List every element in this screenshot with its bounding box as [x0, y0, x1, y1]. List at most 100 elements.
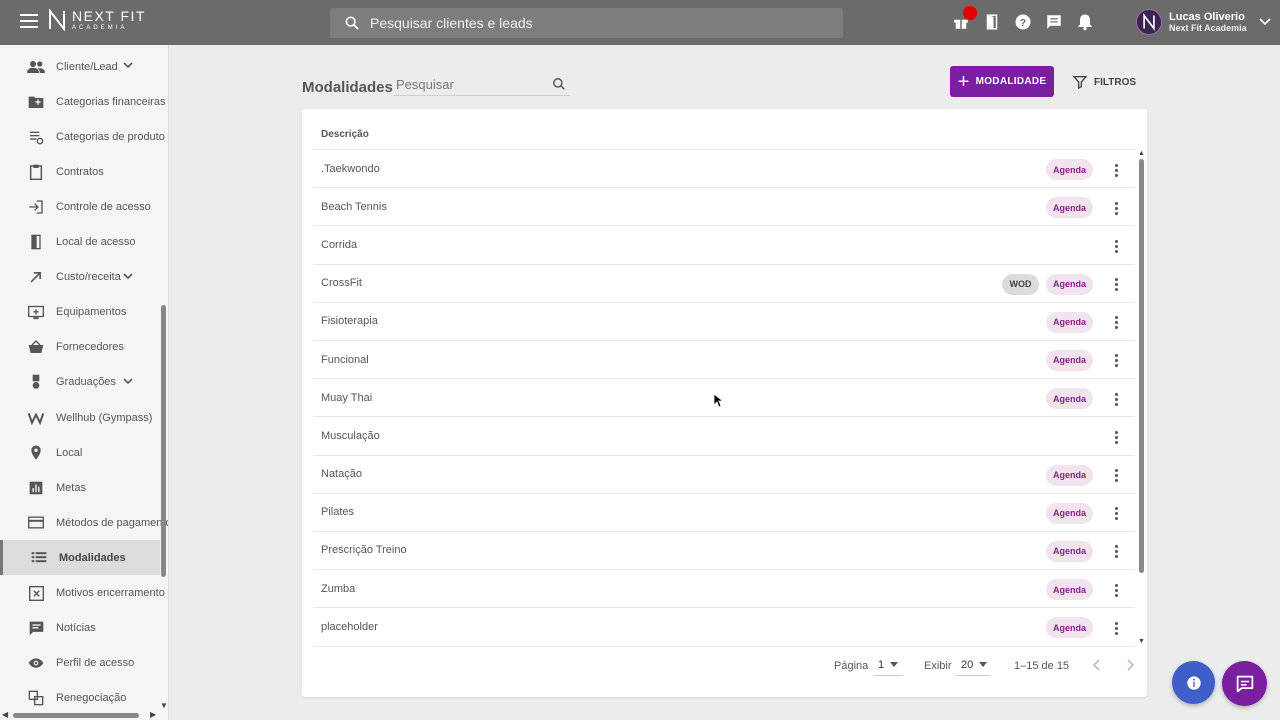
sidebar-item-perfil-de-acesso[interactable]: Perfil de acesso [0, 646, 160, 681]
sidebar-item-custo-receita[interactable]: Custo/receita [0, 260, 160, 295]
sidebar-item-fornecedores[interactable]: Fornecedores [0, 330, 160, 365]
table-row[interactable]: Funcional Agenda [313, 339, 1135, 378]
global-search-input[interactable]: Pesquisar clientes e leads [330, 8, 843, 38]
agenda-chip[interactable]: Agenda [1046, 388, 1093, 410]
arrow-diagonal-icon [27, 268, 45, 286]
card-icon [27, 514, 45, 532]
sidebar-item-modalidades[interactable]: Modalidades [0, 540, 160, 576]
bell-icon[interactable] [1074, 11, 1096, 33]
sidebar-item-graduacoes[interactable]: Graduações [0, 365, 160, 400]
table-row[interactable]: Musculação [313, 416, 1135, 454]
modalidades-search-input[interactable] [394, 74, 544, 95]
agenda-chip[interactable]: Agenda [1046, 273, 1093, 295]
chat-icon[interactable] [1043, 11, 1065, 33]
page-select[interactable]: 1 [874, 654, 903, 676]
plus-icon: + [957, 70, 970, 93]
table-row[interactable]: Zumba Agenda [313, 569, 1135, 607]
more-options-icon[interactable] [1110, 544, 1122, 560]
more-options-icon[interactable] [1110, 315, 1122, 331]
modalidade-name: Corrida [321, 238, 358, 251]
agenda-chip[interactable]: Agenda [1046, 311, 1093, 333]
more-options-icon[interactable] [1110, 162, 1122, 178]
wod-chip[interactable]: WOD [1002, 273, 1039, 295]
chevron-down-icon[interactable] [123, 62, 133, 69]
more-options-icon[interactable] [1110, 506, 1122, 522]
more-options-icon[interactable] [1110, 582, 1122, 598]
more-options-icon[interactable] [1110, 200, 1122, 216]
agenda-chip[interactable]: Agenda [1046, 349, 1093, 371]
more-options-icon[interactable] [1110, 238, 1122, 254]
chat-button[interactable] [1222, 661, 1267, 706]
sidebar-item-label: Local [56, 446, 83, 459]
table-row[interactable]: placeholder Agenda [313, 607, 1135, 645]
more-options-icon[interactable] [1110, 391, 1122, 407]
info-button[interactable] [1172, 661, 1215, 704]
scroll-left-arrow-icon[interactable]: ◀ [2, 710, 8, 719]
more-options-icon[interactable] [1110, 429, 1122, 445]
table-row[interactable]: Prescrição Treino Agenda [313, 530, 1135, 569]
table-row[interactable]: Corrida [313, 225, 1135, 263]
gift-icon[interactable] [950, 6, 977, 33]
agenda-chip[interactable]: Agenda [1046, 579, 1093, 601]
scroll-up-arrow-icon[interactable]: ▲ [1138, 150, 1145, 157]
logo[interactable]: NEXT FIT ACADEMIA [48, 9, 146, 31]
sidebar-item-local[interactable]: Local [0, 435, 160, 470]
menu-icon[interactable] [20, 14, 38, 30]
table-row[interactable]: Pilates Agenda [313, 492, 1135, 531]
sidebar-item-categorias-de-produto[interactable]: Categorias de produto [0, 119, 165, 154]
table-row[interactable]: Fisioterapia Agenda [313, 301, 1135, 340]
search-icon[interactable] [552, 77, 566, 91]
sidebar-item-local-de-acesso[interactable]: Local de acesso [0, 225, 160, 260]
sidebar: Cliente/Lead Categorias financeiras Catego… [0, 45, 169, 720]
sidebar-item-cliente-lead[interactable]: Cliente/Lead [0, 49, 160, 84]
sidebar-item-wellhub-gympass[interactable]: Wellhub (Gympass) [0, 400, 160, 435]
more-options-icon[interactable] [1110, 277, 1122, 293]
sidebar-item-noticias[interactable]: Notícias [0, 611, 160, 646]
scroll-down-arrow-icon[interactable]: ▼ [160, 701, 168, 710]
sidebar-item-metodos-de-pagamento[interactable]: Métodos de pagamento [0, 505, 168, 540]
more-options-icon[interactable] [1110, 620, 1122, 636]
table-row[interactable]: CrossFit WOD Agenda [313, 263, 1135, 302]
horizontal-scroll-thumb[interactable] [13, 713, 139, 718]
scroll-right-arrow-icon[interactable]: ▶ [150, 710, 156, 719]
agenda-chip[interactable]: Agenda [1046, 464, 1093, 486]
door-icon[interactable] [981, 11, 1003, 33]
filters-button[interactable]: FILTROS [1072, 72, 1136, 92]
next-page-icon[interactable] [1124, 658, 1136, 672]
sidebar-horizontal-scrollbar[interactable]: ◀ ▶ [0, 710, 168, 720]
sidebar-item-metas[interactable]: Metas [0, 470, 160, 505]
modalidades-search[interactable] [394, 74, 570, 96]
clipboard-icon [27, 163, 45, 181]
user-menu[interactable]: Lucas Oliverio Next Fit Academia [1136, 9, 1271, 35]
more-options-icon[interactable] [1110, 468, 1122, 484]
caret-down-icon [890, 662, 899, 667]
sidebar-item-label: Equipamentos [56, 306, 127, 319]
table-row[interactable]: Muay Thai Agenda [313, 378, 1135, 416]
chevron-down-icon[interactable] [123, 273, 133, 280]
sidebar-scrollbar[interactable] [161, 305, 166, 577]
sidebar-item-renegociacao[interactable]: Renegociação [0, 681, 160, 716]
sidebar-item-controle-de-acesso[interactable]: Controle de acesso [0, 189, 160, 224]
agenda-chip[interactable]: Agenda [1046, 540, 1093, 562]
sidebar-item-equipamentos[interactable]: Equipamentos [0, 295, 160, 330]
agenda-chip[interactable]: Agenda [1046, 617, 1093, 639]
previous-page-icon[interactable] [1091, 658, 1103, 672]
help-icon[interactable]: ? [1012, 11, 1034, 33]
table-scrollbar[interactable] [1139, 159, 1144, 573]
table-row[interactable]: .Taekwondo Agenda [313, 149, 1135, 187]
chevron-down-icon[interactable] [123, 378, 133, 385]
scroll-down-arrow-icon[interactable]: ▼ [1138, 638, 1145, 645]
sidebar-item-contratos[interactable]: Contratos [0, 154, 160, 189]
sidebar-item-label: Notícias [56, 622, 96, 635]
page-size-select[interactable]: 20 [956, 654, 990, 676]
add-modalidade-button[interactable]: + MODALIDADE [950, 66, 1054, 97]
sidebar-item-motivos-encerramento[interactable]: Motivos encerramento [0, 576, 165, 611]
agenda-chip[interactable]: Agenda [1046, 159, 1093, 180]
table-row[interactable]: Natação Agenda [313, 454, 1135, 493]
table-row[interactable]: Beach Tennis Agenda [313, 187, 1135, 225]
more-options-icon[interactable] [1110, 353, 1122, 369]
sidebar-item-label: Categorias de produto [56, 130, 165, 143]
sidebar-item-categorias-financeiras[interactable]: Categorias financeiras [0, 84, 165, 119]
agenda-chip[interactable]: Agenda [1046, 197, 1093, 219]
agenda-chip[interactable]: Agenda [1046, 502, 1093, 524]
